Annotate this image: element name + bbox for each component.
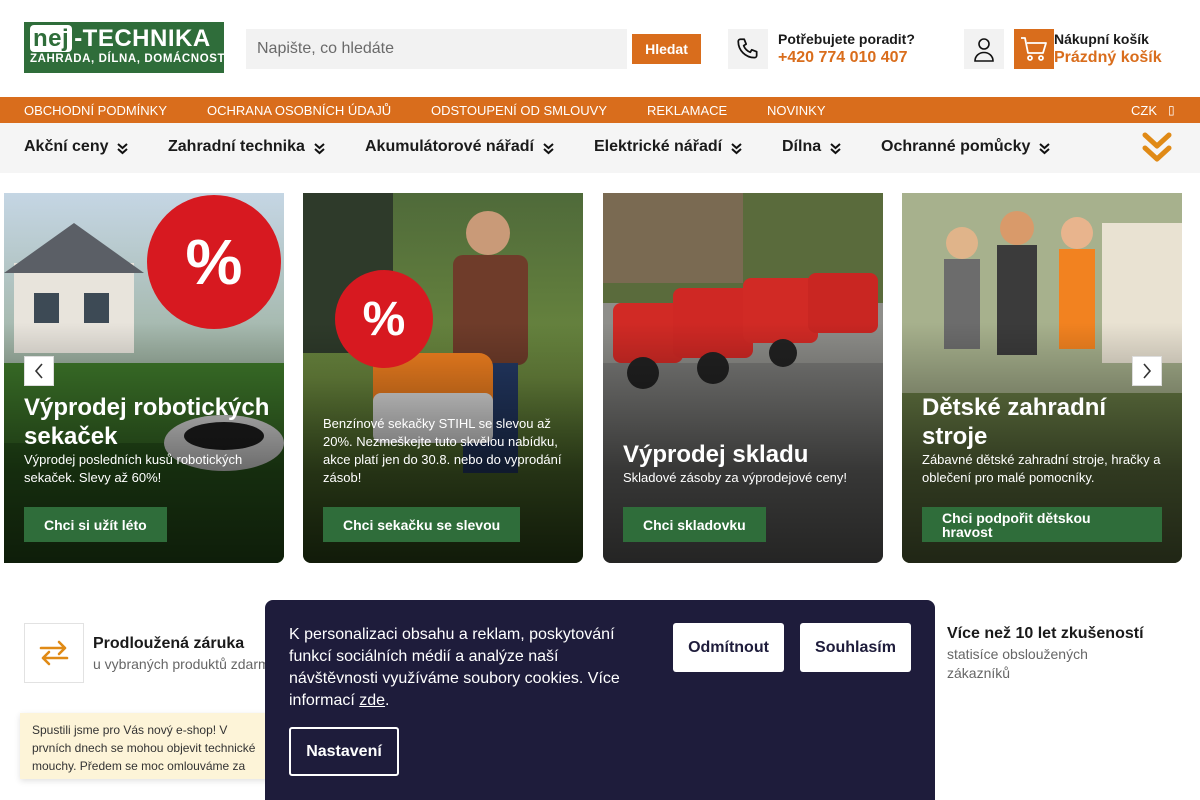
category-label: Dílna: [782, 138, 822, 155]
search-input[interactable]: [246, 29, 627, 69]
banner-text: Benzínové sekačky STIHL se slevou až 20%…: [323, 416, 562, 485]
cookie-accept-button[interactable]: Souhlasím: [800, 623, 911, 672]
banner-cta-button[interactable]: Chci si užít léto: [24, 507, 167, 542]
category-label: Elektrické nářadí: [594, 138, 723, 155]
slider-prev-button[interactable]: [24, 356, 54, 386]
user-icon: [974, 38, 994, 62]
phone-icon[interactable]: [728, 29, 768, 69]
site-header: nej-TECHNIKA ZAHRADA, DÍLNA, DOMÁCNOST H…: [0, 0, 1200, 97]
category-akcni-ceny[interactable]: Akční ceny: [24, 138, 129, 156]
swap-arrows-icon: [39, 640, 69, 666]
cart-title[interactable]: Nákupní košík: [1054, 31, 1149, 47]
new-eshop-notice: Spustili jsme pro Vás nový e-shop! V prv…: [20, 713, 280, 779]
feature-warranty: [24, 623, 84, 683]
banner-text: Skladové zásoby za výprodejové ceny!: [623, 470, 848, 485]
double-chevron-down-icon: [1039, 142, 1051, 154]
double-chevron-down-icon: [830, 142, 841, 154]
category-nav: Akční ceny Zahradní technika Akumulátoro…: [0, 123, 1200, 173]
feature-experience-subtitle: statisíce obsloužených zákazníků: [947, 646, 1088, 681]
cookie-message: K personalizaci obsahu a reklam, poskyto…: [289, 626, 620, 709]
feature-experience-title: Více než 10 let zkušeností: [947, 625, 1144, 642]
double-chevron-down-icon: [314, 142, 325, 154]
banner-benzinove-sekacky[interactable]: % Benzínové sekačky STIHL se slevou až 2…: [303, 193, 583, 563]
link-odstoupeni[interactable]: ODSTOUPENÍ OD SMLOUVY: [431, 103, 607, 118]
category-ochranne-pomucky[interactable]: Ochranné pomůcky: [881, 138, 1051, 156]
cookie-period: .: [385, 692, 390, 709]
logo-wordmark: nej -TECHNIKA: [30, 25, 211, 53]
banner-cta-button[interactable]: Chci podpořit dětskou hravost: [922, 507, 1162, 542]
category-label: Akumulátorové nářadí: [365, 138, 534, 155]
discount-badge: %: [147, 195, 281, 329]
cookie-text: K personalizaci obsahu a reklam, poskyto…: [289, 624, 637, 712]
user-account-button[interactable]: [964, 29, 1004, 69]
banner-text: Zábavné dětské zahradní stroje, hračky a…: [922, 452, 1161, 485]
currency-select[interactable]: CZK: [1131, 103, 1157, 118]
double-chevron-down-icon: [731, 142, 742, 154]
banner-title: Výprodej skladu: [623, 441, 809, 468]
link-obchodni-podminky[interactable]: OBCHODNÍ PODMÍNKY: [24, 103, 167, 118]
category-elektricke-naradi[interactable]: Elektrické nářadí: [594, 138, 742, 156]
info-bar: OBCHODNÍ PODMÍNKY OCHRANA OSOBNÍCH ÚDAJŮ…: [0, 97, 1200, 123]
cart-icon: [1021, 37, 1047, 61]
category-label: Ochranné pomůcky: [881, 138, 1031, 155]
help-title: Potřebujete poradit?: [778, 31, 915, 47]
double-chevron-down-icon: [117, 142, 129, 154]
chevron-left-icon: [34, 363, 43, 379]
logo-nej: nej: [30, 25, 73, 52]
logo-technika: -TECHNIKA: [74, 25, 211, 52]
link-novinky[interactable]: NOVINKY: [767, 103, 826, 118]
cookie-decline-button[interactable]: Odmítnout: [673, 623, 784, 672]
feature-warranty-title: Prodloužená záruka: [93, 635, 245, 652]
banner-title: Dětské zahradní stroje: [922, 394, 1107, 450]
cart-button[interactable]: [1014, 29, 1054, 69]
link-reklamace[interactable]: REKLAMACE: [647, 103, 727, 118]
chevron-right-icon: [1143, 363, 1152, 379]
discount-badge: %: [335, 270, 433, 368]
currency-caret-icon: ▯: [1168, 103, 1175, 117]
category-label: Zahradní technika: [168, 138, 305, 155]
logo-tagline: ZAHRADA, DÍLNA, DOMÁCNOST: [30, 53, 226, 65]
banner-cta-button[interactable]: Chci sekačku se slevou: [323, 507, 521, 542]
double-chevron-down-icon: [543, 142, 554, 154]
help-phone-link[interactable]: +420 774 010 407: [778, 49, 907, 67]
category-label: Akční ceny: [24, 138, 109, 155]
category-zahradni-technika[interactable]: Zahradní technika: [168, 138, 325, 156]
site-logo[interactable]: nej -TECHNIKA ZAHRADA, DÍLNA, DOMÁCNOST: [24, 22, 226, 73]
banner-cta-button[interactable]: Chci skladovku: [623, 507, 766, 542]
cookie-settings-button[interactable]: Nastavení: [289, 727, 399, 776]
feature-warranty-subtitle: u vybraných produktů zdarma: [93, 656, 278, 672]
cart-status[interactable]: Prázdný košík: [1054, 49, 1162, 67]
link-ochrana-udaju[interactable]: OCHRANA OSOBNÍCH ÚDAJŮ: [207, 103, 391, 118]
more-categories-toggle-icon[interactable]: [1141, 131, 1173, 165]
banner-vyprodej-skladu[interactable]: Výprodej skladu Skladové zásoby za výpro…: [603, 193, 883, 563]
category-dilna[interactable]: Dílna: [782, 138, 841, 156]
slider-next-button[interactable]: [1132, 356, 1162, 386]
category-akumulatorove-naradi[interactable]: Akumulátorové nářadí: [365, 138, 554, 156]
cookie-more-info-link[interactable]: zde: [359, 692, 385, 709]
cookie-consent-panel: K personalizaci obsahu a reklam, poskyto…: [265, 600, 935, 800]
banner-text: Výprodej posledních kusů robotických sek…: [24, 452, 243, 485]
banner-title: Výprodej robotických sekaček: [24, 394, 270, 450]
search-button[interactable]: Hledat: [632, 34, 701, 64]
